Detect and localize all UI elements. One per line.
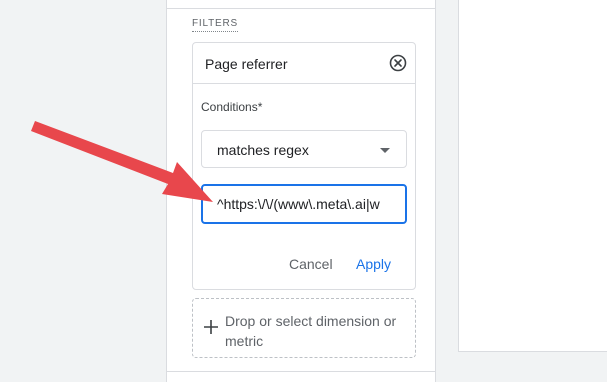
filters-section-label: FILTERS xyxy=(192,18,238,32)
report-canvas-card xyxy=(458,0,607,352)
condition-operator-value: matches regex xyxy=(217,142,309,158)
filter-card-header: Page referrer xyxy=(193,43,415,84)
apply-button[interactable]: Apply xyxy=(356,256,391,272)
filter-dimension-title: Page referrer xyxy=(205,56,288,72)
condition-operator-select[interactable]: matches regex xyxy=(201,130,407,168)
filter-panel: FILTERS Page referrer Conditions* matche… xyxy=(166,0,436,382)
condition-value-input[interactable] xyxy=(201,184,407,224)
conditions-label: Conditions* xyxy=(201,100,263,114)
filter-card: Page referrer Conditions* matches regex … xyxy=(192,42,416,290)
plus-icon xyxy=(204,320,218,334)
cancel-button[interactable]: Cancel xyxy=(289,256,333,272)
drop-zone-label: Drop or select dimension or metric xyxy=(225,313,397,349)
bottom-divider xyxy=(167,371,435,372)
close-circle-icon[interactable] xyxy=(389,54,407,72)
top-divider xyxy=(167,8,435,9)
add-filter-drop-zone[interactable]: Drop or select dimension or metric xyxy=(192,298,416,358)
chevron-down-icon xyxy=(380,148,390,153)
